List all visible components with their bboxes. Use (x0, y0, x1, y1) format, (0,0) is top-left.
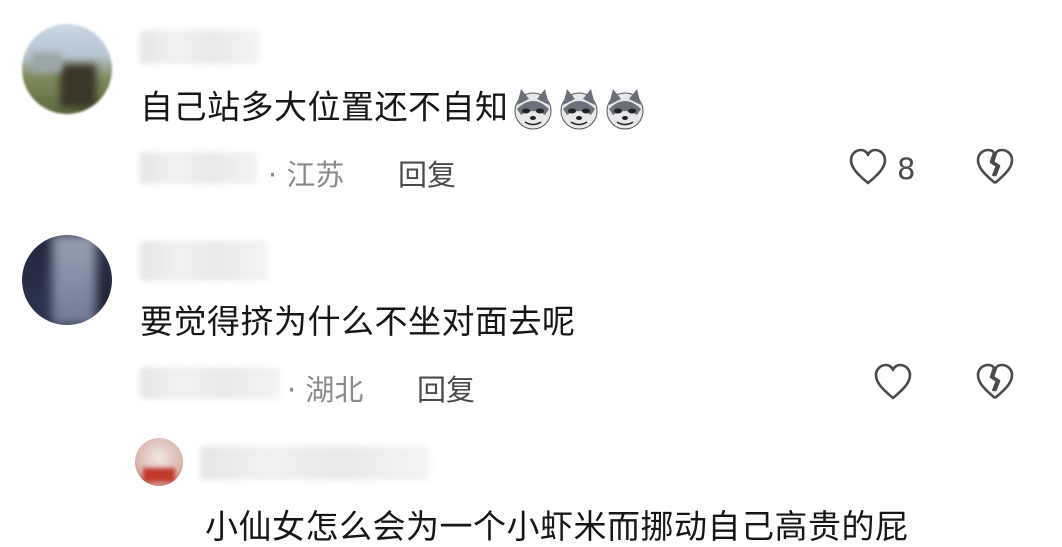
comment-text: 要觉得挤为什么不坐对面去呢 (140, 302, 576, 341)
location-label: · 江苏 (268, 158, 345, 192)
comment-text: 自己站多大位置还不自知 (140, 87, 647, 131)
timestamp-redacted (140, 367, 280, 399)
husky-doge-emoji (606, 89, 643, 130)
broken-heart-icon[interactable] (975, 148, 1015, 186)
username-redacted[interactable] (140, 30, 260, 64)
heart-outline-icon[interactable] (873, 363, 913, 401)
husky-doge-emoji (514, 89, 551, 130)
avatar[interactable] (135, 438, 183, 486)
username-redacted[interactable] (200, 446, 430, 480)
reply-button[interactable]: 回复 (398, 152, 456, 194)
heart-outline-icon[interactable] (848, 148, 888, 186)
broken-heart-icon[interactable] (975, 363, 1015, 401)
timestamp-redacted (140, 152, 258, 184)
husky-doge-emoji (560, 89, 597, 130)
like-count: 8 (897, 152, 916, 186)
username-redacted[interactable] (140, 241, 268, 281)
reply-button[interactable]: 回复 (417, 367, 475, 409)
reply-item: 小仙女怎么会为一个小虾米而挪动自己高贵的屁 (0, 430, 1062, 546)
location-label: · 湖北 (287, 373, 364, 407)
comment-text: 小仙女怎么会为一个小虾米而挪动自己高贵的屁 (205, 507, 909, 546)
comment-item: 要觉得挤为什么不坐对面去呢 · 湖北 回复 (0, 215, 1062, 430)
comment-item: 自己站多大位置还不自知 · 江苏 回复 8 (0, 0, 1062, 215)
avatar[interactable] (22, 24, 112, 114)
comment-text-content: 自己站多大位置还不自知 (140, 87, 509, 127)
avatar[interactable] (22, 235, 112, 325)
